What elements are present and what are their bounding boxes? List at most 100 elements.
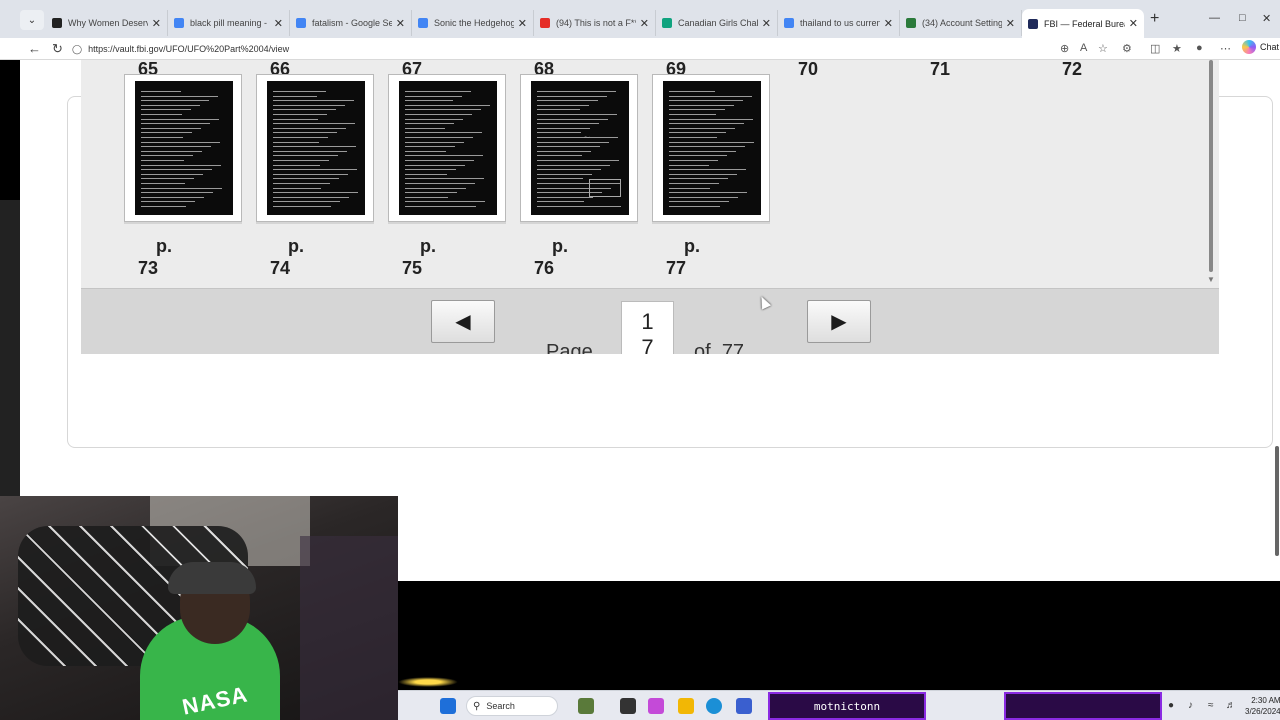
close-tab-icon[interactable]: ✕ <box>518 17 527 30</box>
google-icon <box>296 18 306 28</box>
page-number-input[interactable]: 1 7 <box>621 301 674 354</box>
copilot-label: Chat <box>1260 42 1280 52</box>
taskbar-search[interactable]: ⚲ Search <box>466 696 558 716</box>
web-page-lower <box>398 496 1280 581</box>
scanned-document-image <box>267 81 365 215</box>
edge-icon[interactable] <box>706 698 722 714</box>
page-total: of 77 <box>694 341 745 354</box>
copilot-taskbar-icon[interactable] <box>648 698 664 714</box>
back-icon[interactable]: ← <box>28 41 41 56</box>
desktop-edge <box>0 200 20 496</box>
new-tab-button[interactable]: + <box>1150 10 1159 28</box>
screen: ⌄ Why Women Deserve a✕black pill meaning… <box>0 0 1280 720</box>
more-options-icon[interactable]: ⋯ <box>1220 42 1231 55</box>
tab-title: FBI — Federal Bureau of <box>1044 18 1125 29</box>
windows-taskbar: ⚲ Search motnictonn ● ♪ ≈ ♬ 2:30 AM 3/26… <box>398 690 1280 720</box>
chat-icon <box>662 18 672 28</box>
search-icon: ⚲ <box>473 700 481 712</box>
tray-app-icon[interactable]: ● <box>1168 700 1174 711</box>
profile-avatar-icon[interactable]: ● <box>1196 42 1203 54</box>
url-text: https://vault.fbi.gov/UFO/UFO%20Part%200… <box>88 44 290 54</box>
page-number-value-wrap: 7 <box>641 335 654 354</box>
wifi-icon[interactable]: ≈ <box>1208 700 1214 711</box>
google-icon <box>418 18 428 28</box>
refresh-icon[interactable]: ↻ <box>52 41 63 57</box>
close-tab-icon[interactable]: ✕ <box>640 17 649 30</box>
stream-badge: motnictonn <box>768 692 926 720</box>
page-number-value: 1 <box>641 309 654 334</box>
browser-tab[interactable]: (94) This is not a F*** ✕ <box>534 10 656 36</box>
address-toolbar: ← ↻ ◯ https://vault.fbi.gov/UFO/UFO%20Pa… <box>0 38 1280 60</box>
thumbnail-page-label: p. 73 <box>138 236 172 278</box>
thumbnail-grid: ▼ 65 66 67 68 69 70 71 72 p. 73 p. 74 p. 75 ~ p. 76 p. 77 <box>81 60 1219 288</box>
close-tab-icon[interactable]: ✕ <box>884 17 893 30</box>
tab-title: Sonic the Hedgehog 4 <box>434 18 514 28</box>
favorites-icon[interactable]: ★ <box>1172 42 1182 55</box>
page-number-label: 71 <box>930 60 951 79</box>
webcam-overlay: NASA <box>0 496 398 720</box>
extensions-icon[interactable]: ⚙ <box>1122 42 1132 55</box>
split-screen-icon[interactable]: ◫ <box>1150 42 1160 55</box>
page-thumbnail[interactable] <box>124 74 242 222</box>
system-clock[interactable]: 2:30 AM 3/26/2024 <box>1245 695 1280 717</box>
tab-strip: Why Women Deserve a✕black pill meaning -… <box>46 7 1144 38</box>
close-tab-icon[interactable]: ✕ <box>152 17 161 30</box>
microphone-icon[interactable]: ♪ <box>1188 700 1193 711</box>
fbi-icon <box>1028 18 1038 29</box>
tab-title: Canadian Girls Challeng <box>678 18 758 28</box>
browser-tab[interactable]: Canadian Girls Challeng ✕ <box>656 10 778 36</box>
page-thumbnail[interactable] <box>256 74 374 222</box>
stream-badge-2 <box>1004 692 1162 720</box>
close-window-icon[interactable]: ✕ <box>1262 12 1271 25</box>
viewer-scroll-down-icon[interactable]: ▼ <box>1207 275 1215 284</box>
thumbnail-page-label: p. 77 <box>666 236 700 278</box>
zoom-icon[interactable]: ⊕ <box>1060 42 1069 55</box>
close-tab-icon[interactable]: ✕ <box>396 17 405 30</box>
youtube-icon <box>540 18 550 28</box>
close-tab-icon[interactable]: ✕ <box>274 17 283 30</box>
maximize-icon[interactable]: □ <box>1239 12 1246 24</box>
file-explorer-icon[interactable] <box>678 698 694 714</box>
viewer-scrollbar[interactable] <box>1209 60 1213 272</box>
volume-icon[interactable]: ♬ <box>1226 700 1236 711</box>
browser-tab[interactable]: (34) Account Settings ✕ <box>900 10 1022 36</box>
copilot-button[interactable]: Chat <box>1242 40 1279 54</box>
previous-page-button[interactable]: ◀ <box>431 300 495 343</box>
read-aloud-icon[interactable]: A <box>1080 42 1087 54</box>
tab-title: (34) Account Settings <box>922 18 1002 28</box>
browser-tab[interactable]: Sonic the Hedgehog 4 ✕ <box>412 10 534 36</box>
scanned-document-image: ~ <box>531 81 629 215</box>
sun-glow <box>398 677 458 687</box>
thumbnail-page-label: p. 76 <box>534 236 568 278</box>
tab-actions-menu-button[interactable]: ⌄ <box>20 10 44 30</box>
browser-tab[interactable]: Why Women Deserve a ✕ <box>46 10 168 36</box>
page-label: Page <box>546 341 593 354</box>
task-view-icon[interactable] <box>620 698 636 714</box>
next-page-button[interactable]: ▶ <box>807 300 871 343</box>
favorite-star-icon[interactable]: ☆ <box>1098 42 1108 55</box>
start-icon[interactable] <box>440 698 456 714</box>
tab-title: black pill meaning - Go <box>190 18 270 28</box>
minimize-icon[interactable]: — <box>1209 12 1220 24</box>
page-thumbnail[interactable] <box>388 74 506 222</box>
browser-tab[interactable]: fatalism - Google Sear ✕ <box>290 10 412 36</box>
widgets-icon[interactable] <box>578 698 594 714</box>
page-scrollbar[interactable] <box>1275 446 1279 556</box>
url-bar[interactable]: ◯ https://vault.fbi.gov/UFO/UFO%20Part%2… <box>72 40 1122 58</box>
browser-tab[interactable]: FBI — Federal Bureau of ✕ <box>1022 9 1144 38</box>
close-tab-icon[interactable]: ✕ <box>1006 17 1015 30</box>
tab-title: Why Women Deserve a <box>68 18 148 28</box>
tab-title: thailand to us currency <box>800 18 880 28</box>
browser-tab[interactable]: black pill meaning - Go ✕ <box>168 10 290 36</box>
scanned-document-image <box>135 81 233 215</box>
store-icon[interactable] <box>736 698 752 714</box>
close-tab-icon[interactable]: ✕ <box>762 17 771 30</box>
triangle-right-icon: ▶ <box>831 311 847 333</box>
page-thumbnail[interactable]: ~ <box>520 74 638 222</box>
thumbnail-page-label: p. 75 <box>402 236 436 278</box>
close-tab-icon[interactable]: ✕ <box>1129 17 1138 30</box>
browser-tab[interactable]: thailand to us currency ✕ <box>778 10 900 36</box>
browser-tab-bar: ⌄ Why Women Deserve a✕black pill meaning… <box>0 0 1280 38</box>
page-thumbnail[interactable] <box>652 74 770 222</box>
google-icon <box>784 18 794 28</box>
